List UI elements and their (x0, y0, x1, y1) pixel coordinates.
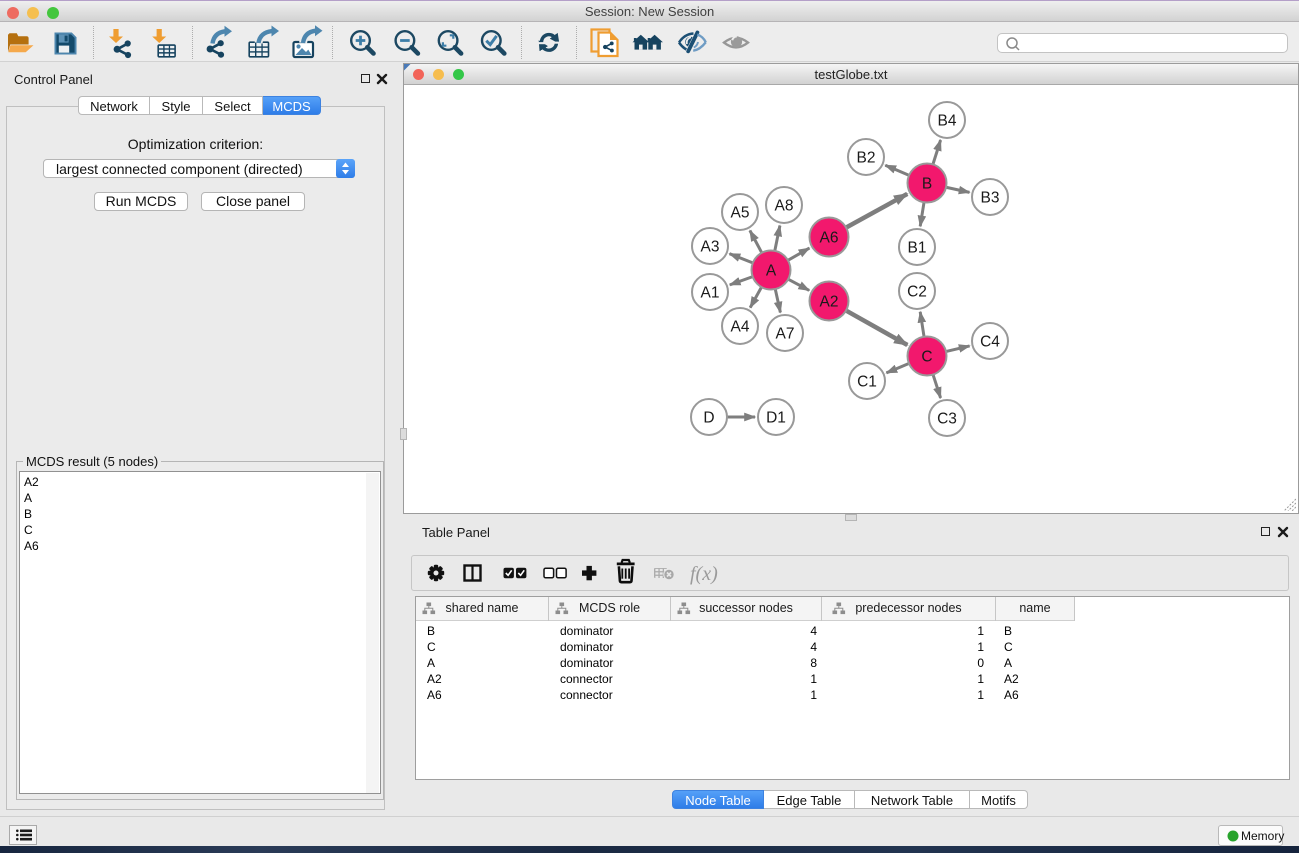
svg-text:f(x): f(x) (690, 563, 718, 585)
svg-text:A5: A5 (731, 205, 750, 222)
svg-text:A: A (766, 263, 777, 280)
svg-text:B4: B4 (938, 113, 957, 130)
svg-text:B: B (922, 176, 932, 193)
svg-text:C: C (921, 349, 932, 366)
svg-text:A7: A7 (776, 326, 795, 343)
svg-text:C3: C3 (937, 411, 957, 428)
svg-text:D1: D1 (766, 410, 786, 427)
svg-text:C2: C2 (907, 284, 927, 301)
svg-text:A3: A3 (701, 239, 720, 256)
svg-text:C1: C1 (857, 374, 877, 391)
svg-text:D: D (703, 410, 714, 427)
svg-text:A2: A2 (820, 294, 839, 311)
svg-text:A1: A1 (701, 285, 720, 302)
svg-text:C4: C4 (980, 334, 1000, 351)
svg-text:B2: B2 (857, 150, 876, 167)
svg-text:B1: B1 (908, 240, 927, 257)
svg-text:A8: A8 (775, 198, 794, 215)
svg-text:A6: A6 (820, 230, 839, 247)
svg-text:A4: A4 (731, 319, 750, 336)
svg-text:B3: B3 (981, 190, 1000, 207)
